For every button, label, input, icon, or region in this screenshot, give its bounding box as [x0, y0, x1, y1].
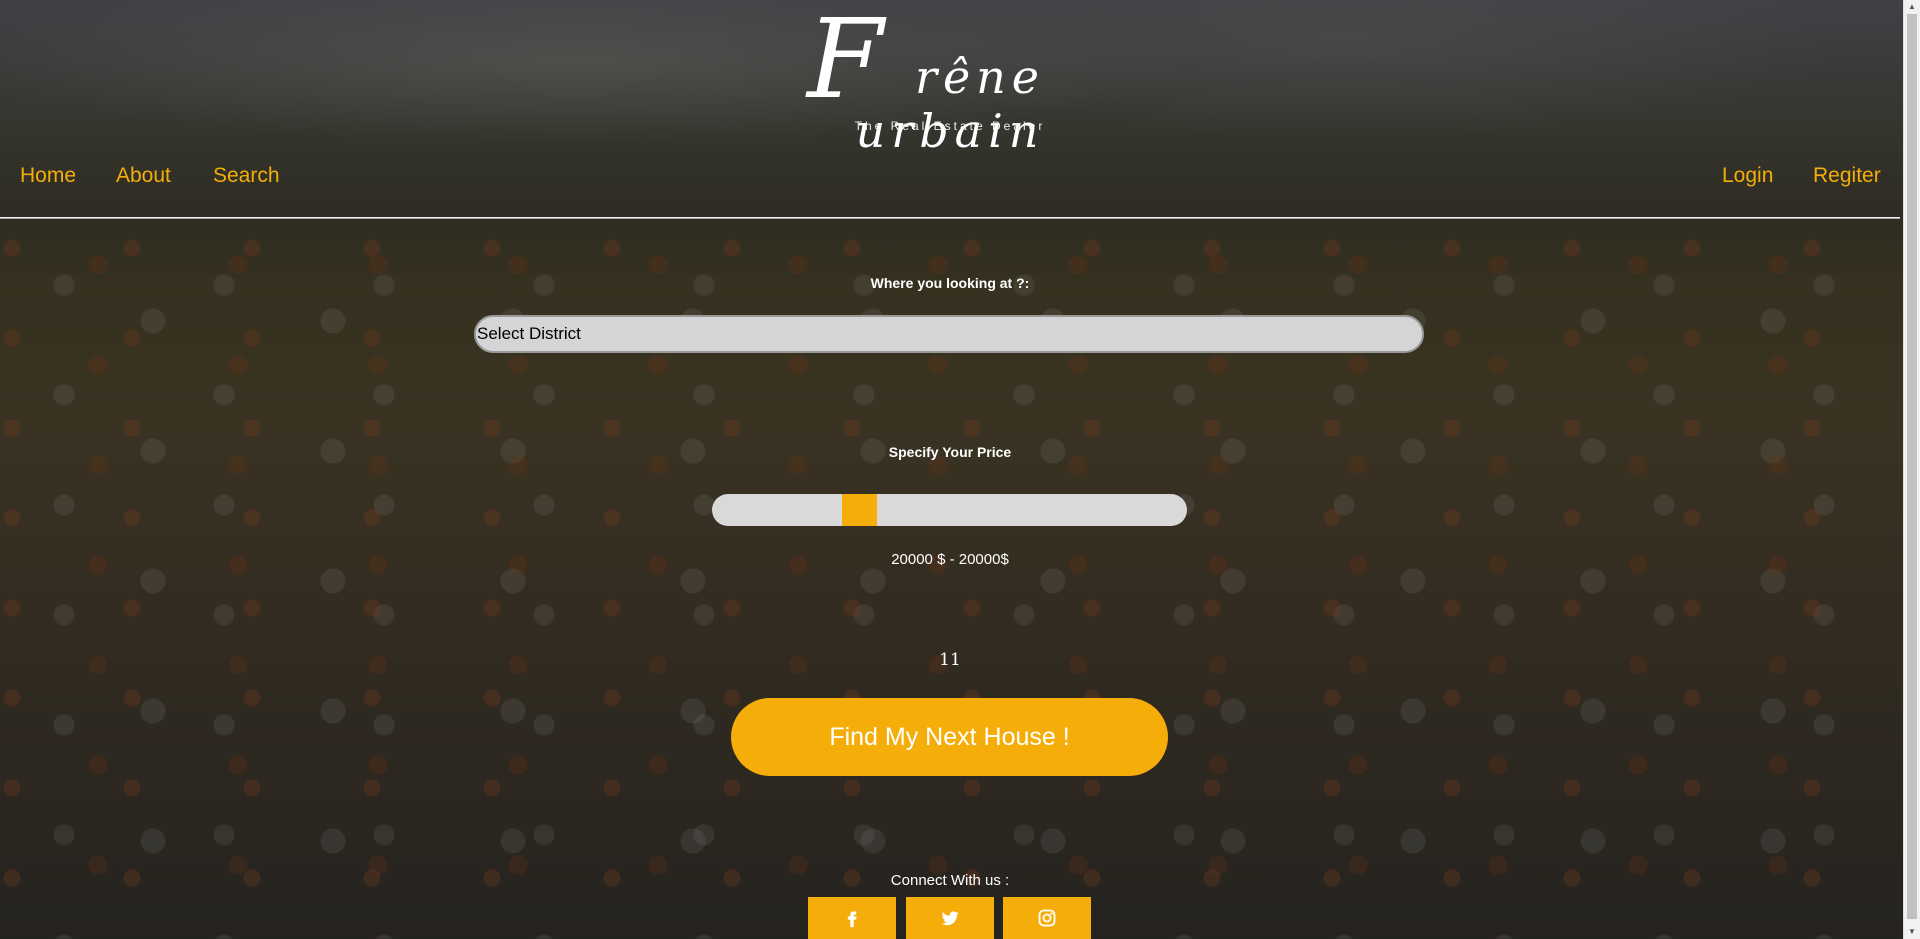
find-house-button[interactable]: Find My Next House ! — [731, 698, 1168, 776]
facebook-icon — [847, 911, 857, 928]
nav-register-link[interactable]: Regiter — [1813, 164, 1881, 188]
scroll-down-arrow-icon[interactable]: ▼ — [1904, 925, 1920, 939]
price-label: Specify Your Price — [888, 444, 1012, 460]
nav-search-link[interactable]: Search — [213, 164, 280, 188]
nav-login-link[interactable]: Login — [1722, 164, 1773, 188]
scrollbar-thumb[interactable] — [1907, 14, 1917, 919]
header-divider — [0, 217, 1900, 219]
nav-about-link[interactable]: About — [116, 164, 171, 188]
result-count: 11 — [939, 650, 961, 670]
price-range-value: 20000 $ - 20000$ — [891, 551, 1009, 568]
connect-label: Connect With us : — [890, 872, 1010, 889]
instagram-button[interactable] — [1003, 897, 1091, 939]
facebook-button[interactable] — [808, 897, 896, 939]
logo-tagline: The Real Estate Dealer — [854, 119, 1046, 133]
instagram-icon — [1038, 909, 1056, 927]
vertical-scrollbar[interactable]: ▲ ▼ — [1903, 0, 1920, 939]
twitter-button[interactable] — [906, 897, 994, 939]
nav-home-link[interactable]: Home — [20, 164, 76, 188]
twitter-icon — [941, 911, 959, 926]
scroll-up-arrow-icon[interactable]: ▲ — [1904, 0, 1920, 14]
price-slider-handle-max[interactable] — [842, 494, 874, 526]
site-logo[interactable]: F rêne urbain The Real Estate Dealer — [805, 0, 1095, 158]
price-slider[interactable] — [712, 494, 1187, 526]
district-select[interactable]: Select District — [474, 315, 1424, 353]
logo-text: F rêne urbain — [807, 0, 1046, 158]
page: F rêne urbain The Real Estate Dealer Hom… — [0, 0, 1903, 939]
where-label: Where you looking at ?: — [870, 275, 1030, 291]
